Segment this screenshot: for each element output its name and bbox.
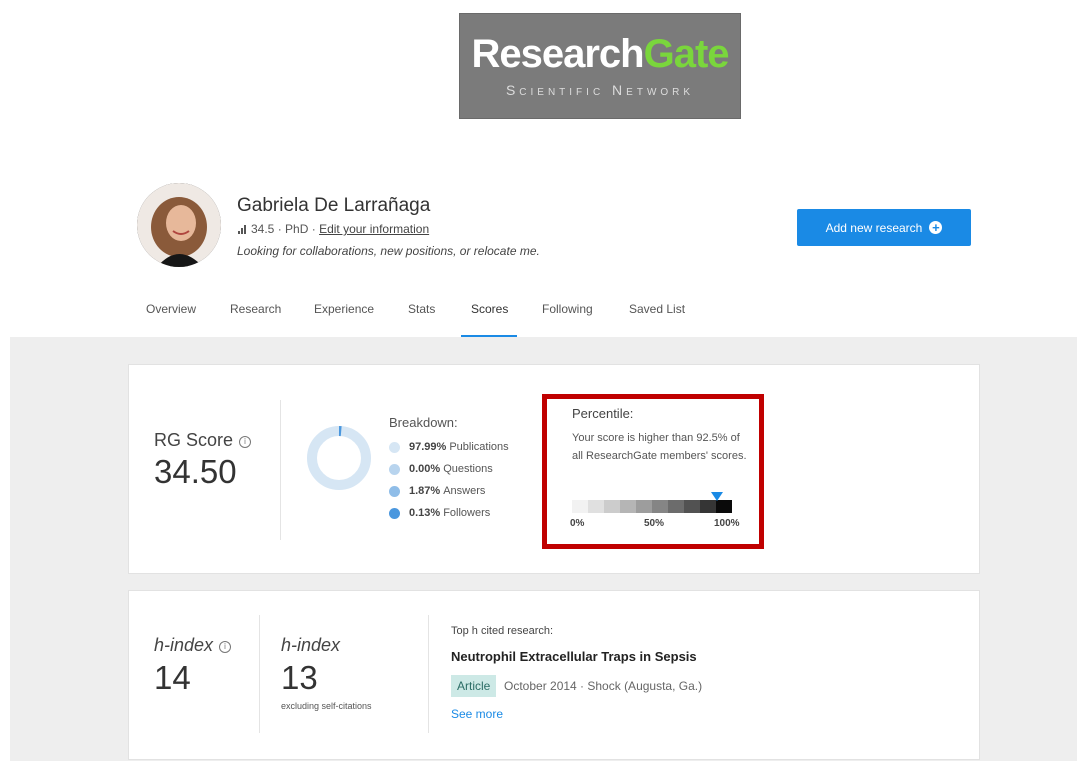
h-index-excl-value: 13 [281, 659, 318, 696]
rg-score-label: RG Score [154, 430, 234, 450]
profile-degree: · PhD · [277, 222, 316, 236]
scale-cell [684, 500, 700, 513]
tab-saved-list[interactable]: Saved List [629, 302, 685, 316]
tab-experience[interactable]: Experience [314, 302, 374, 316]
scale-cell [620, 500, 636, 513]
legend-dot [389, 507, 400, 519]
info-icon[interactable]: i [219, 640, 232, 653]
breakdown-item: 0.13% Followers [389, 507, 490, 519]
breakdown-name: Answers [443, 485, 486, 497]
scale-cell [604, 500, 620, 513]
scale-cell [636, 500, 652, 513]
legend-dot [389, 485, 400, 497]
breakdown-pct: 1.87% [409, 485, 441, 497]
tab-scores[interactable]: Scores [471, 302, 508, 316]
breakdown-name: Publications [449, 441, 509, 453]
percentile-marker-icon [711, 492, 723, 501]
rg-score-value: 34.50 [154, 453, 237, 490]
plus-circle-icon: + [929, 221, 943, 234]
rg-score-heading: RG Score i [154, 430, 252, 451]
breakdown-pct: 97.99% [409, 441, 447, 453]
scale-cell [668, 500, 684, 513]
avatar[interactable] [137, 183, 221, 267]
paper-title-link[interactable]: Neutrophil Extracellular Traps in Sepsis [451, 649, 697, 664]
scale-cell [572, 500, 588, 513]
breakdown-donut [306, 425, 372, 496]
percentile-text: Your score is higher than 92.5% of all R… [572, 432, 747, 462]
h-index-card [128, 590, 980, 760]
breakdown-item: 0.00% Questions [389, 463, 493, 475]
paper-meta: October 2014 · Shock (Augusta, Ga.) [504, 679, 703, 693]
percentile-label: Percentile: [572, 406, 634, 421]
legend-dot [389, 441, 400, 453]
rg-score-bars-icon [238, 223, 247, 237]
scale-cell [588, 500, 604, 513]
scale-label-100: 100% [714, 518, 740, 529]
edit-information-link[interactable]: Edit your information [319, 222, 429, 236]
divider [259, 615, 260, 733]
add-new-research-button[interactable]: Add new research + [797, 209, 971, 246]
percentile-scale [572, 500, 732, 513]
h-index-excl-label: h-index [281, 635, 341, 655]
profile-name: Gabriela De Larrañaga [237, 195, 431, 216]
h-index-label: h-index [154, 635, 214, 655]
logo-word-research: Research [471, 32, 644, 76]
scale-label-50: 50% [644, 518, 665, 529]
breakdown-name: Questions [443, 463, 493, 475]
breakdown-label: Breakdown: [389, 415, 458, 430]
breakdown-pct: 0.13% [409, 507, 441, 519]
info-icon[interactable]: i [239, 435, 252, 448]
h-index-heading: h-index i [154, 635, 232, 656]
see-more-link[interactable]: See more [451, 707, 503, 721]
breakdown-name: Followers [443, 507, 491, 519]
researchgate-logo: ResearchGate Scientific Network [459, 13, 741, 119]
breakdown-pct: 0.00% [409, 463, 441, 475]
h-index-excl-note: excluding self-citations [281, 701, 372, 711]
tab-stats[interactable]: Stats [408, 302, 435, 316]
divider [428, 615, 429, 733]
avatar-photo [137, 183, 221, 267]
top-cited-label: Top h cited research: [451, 625, 554, 637]
logo-word-gate: Gate [643, 32, 730, 76]
breakdown-item: 1.87% Answers [389, 485, 485, 497]
divider [280, 400, 281, 540]
legend-dot [389, 463, 400, 475]
logo-subtitle: Scientific Network [505, 82, 695, 98]
profile-score: 34.5 [251, 222, 275, 236]
h-index-value: 14 [154, 659, 191, 696]
tab-research[interactable]: Research [230, 302, 281, 316]
scale-label-0: 0% [570, 518, 585, 529]
tab-overview[interactable]: Overview [146, 302, 196, 316]
scale-cell [700, 500, 716, 513]
breakdown-item: 97.99% Publications [389, 441, 509, 453]
article-type-badge: Article [451, 675, 497, 697]
tab-following[interactable]: Following [542, 302, 593, 316]
scale-cell [652, 500, 668, 513]
profile-meta: 34.5 · PhD · Edit your information [238, 222, 429, 237]
scale-cell [716, 500, 732, 513]
profile-tagline: Looking for collaborations, new position… [237, 244, 540, 258]
add-new-research-label: Add new research [825, 220, 923, 235]
